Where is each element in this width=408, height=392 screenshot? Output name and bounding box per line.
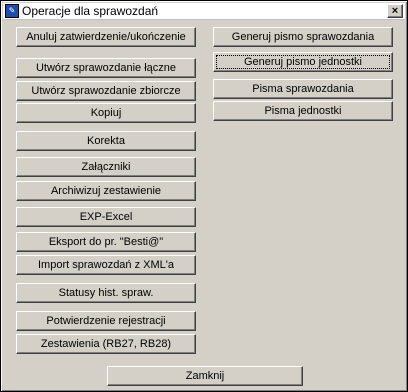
window-title: Operacje dla sprawozdań <box>22 4 159 18</box>
import-xml-button[interactable]: Import sprawozdań z XML'a <box>16 255 196 275</box>
close-icon[interactable]: × <box>387 4 403 18</box>
create-combined-report-button[interactable]: Utwórz sprawozdanie łączne <box>16 58 196 78</box>
statements-rb27-rb28-button[interactable]: Zestawienia (RB27, RB28) <box>16 334 196 354</box>
generate-report-letter-button[interactable]: Generuj pismo sprawozdania <box>213 27 393 47</box>
create-aggregate-report-button[interactable]: Utwórz sprawozdanie zbiorcze <box>16 81 196 101</box>
correction-button[interactable]: Korekta <box>16 131 196 151</box>
status-history-button[interactable]: Statusy hist. spraw. <box>16 283 196 303</box>
copy-button[interactable]: Kopiuj <box>16 103 196 123</box>
unit-letters-button[interactable]: Pisma jednostki <box>213 101 393 121</box>
title-bar: ✎ Operacje dla sprawozdań × <box>3 3 405 20</box>
registration-confirmation-button[interactable]: Potwierdzenie rejestracji <box>16 311 196 331</box>
attachments-button[interactable]: Załączniki <box>16 157 196 177</box>
app-icon: ✎ <box>5 4 19 18</box>
cancel-approval-button[interactable]: Anuluj zatwierdzenie/ukończenie <box>16 27 196 47</box>
export-besti-button[interactable]: Eksport do pr. "Besti@" <box>16 232 196 252</box>
archive-statement-button[interactable]: Archiwizuj zestawienie <box>16 181 196 201</box>
report-letters-button[interactable]: Pisma sprawozdania <box>213 79 393 99</box>
close-button[interactable]: Zamknij <box>107 366 303 386</box>
dialog-window: ✎ Operacje dla sprawozdań × Anuluj zatwi… <box>0 0 408 392</box>
generate-unit-letter-button[interactable]: Generuj pismo jednostki <box>213 52 393 72</box>
exp-excel-button[interactable]: EXP-Excel <box>16 207 196 227</box>
